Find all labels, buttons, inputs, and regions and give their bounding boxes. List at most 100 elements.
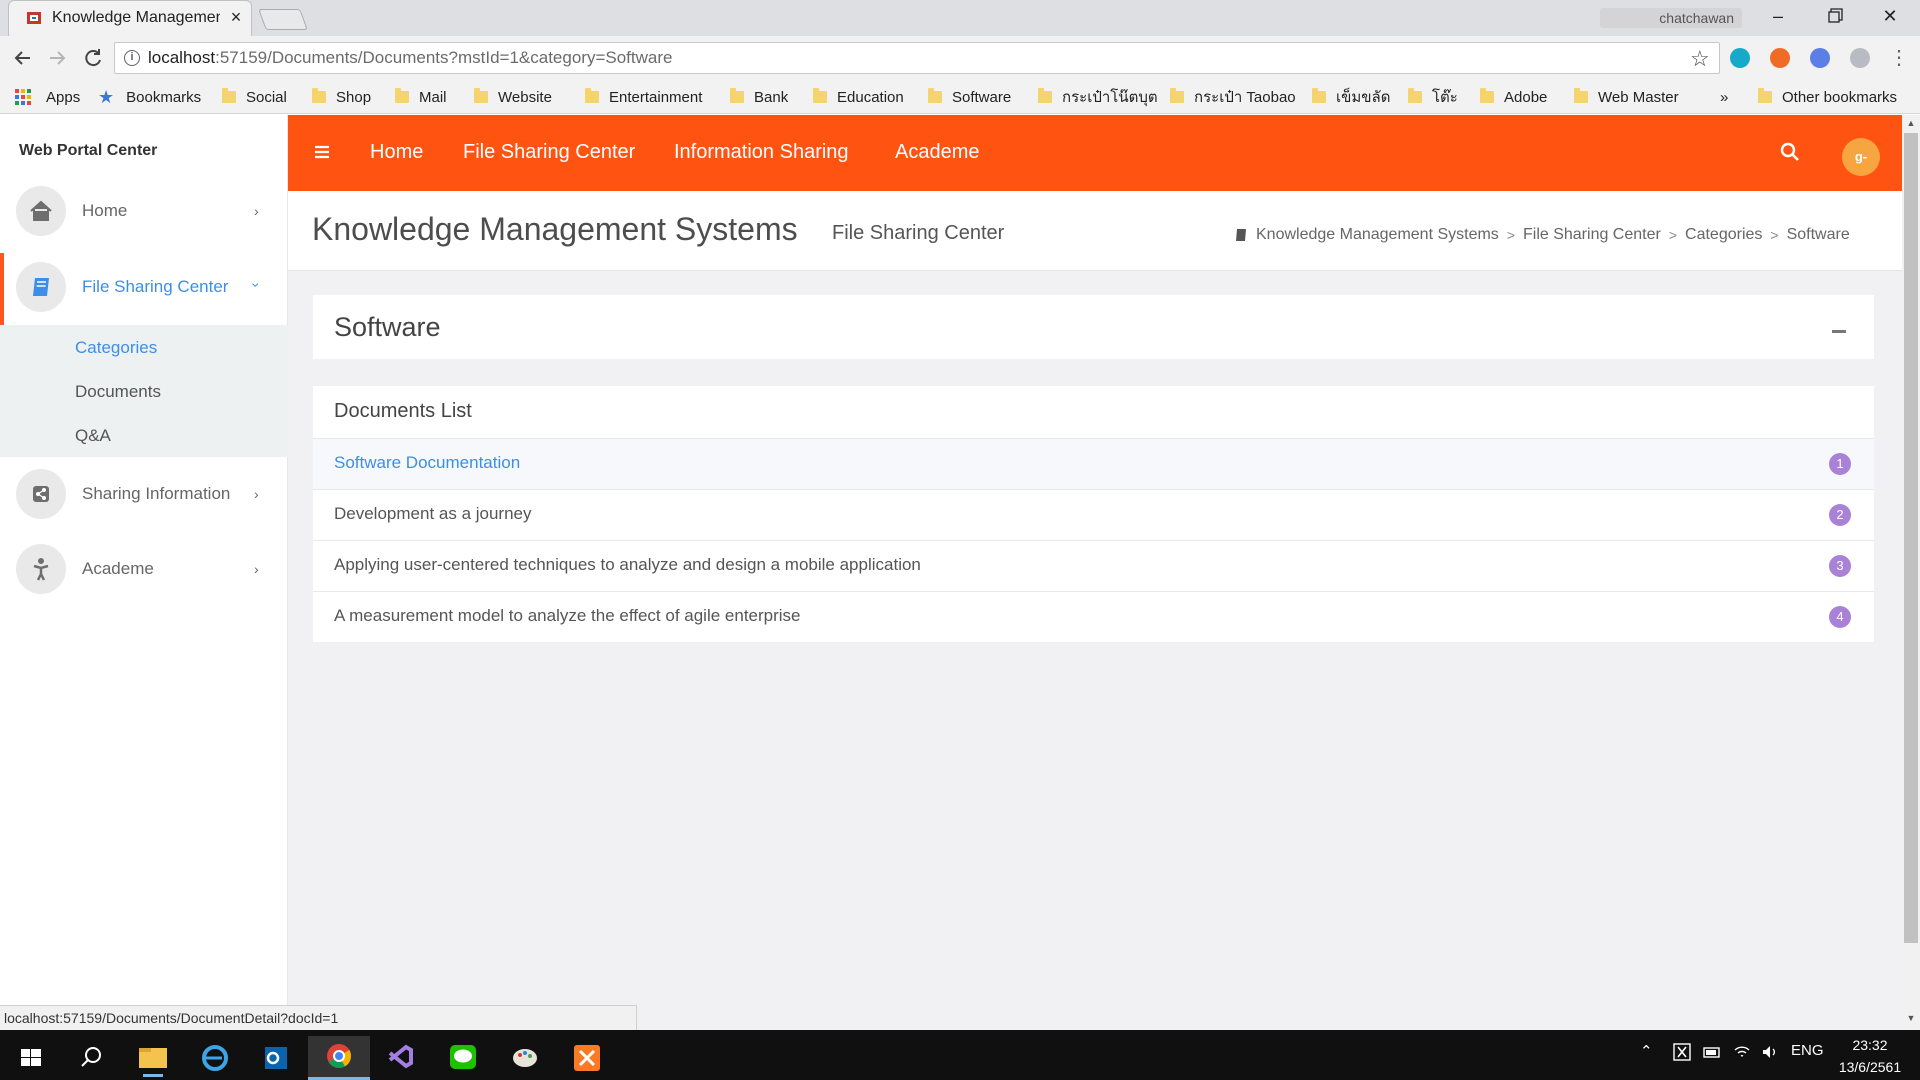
language-indicator[interactable]: ENG — [1791, 1042, 1824, 1059]
page-title: Knowledge Management Systems — [312, 211, 798, 247]
folder-icon — [928, 88, 942, 103]
document-link[interactable]: Software Documentation — [334, 453, 520, 473]
nav-link-academe[interactable]: Academe — [895, 141, 980, 164]
bookmarks-bookmark[interactable]: ★ Bookmarks — [98, 87, 201, 107]
other-bookmarks-folder[interactable]: Other bookmarks — [1758, 87, 1897, 107]
nav-link-file-sharing[interactable]: File Sharing Center — [463, 141, 635, 164]
more-bookmarks-button[interactable]: » — [1720, 87, 1728, 107]
count-badge: 1 — [1829, 453, 1851, 475]
ime-icon[interactable] — [1672, 1042, 1692, 1062]
restore-button[interactable] — [1810, 0, 1858, 32]
outlook-icon[interactable] — [246, 1036, 308, 1080]
page-subtitle: File Sharing Center — [832, 222, 1005, 244]
home-icon — [16, 186, 66, 236]
chrome-menu-icon[interactable]: ⋮ — [1884, 43, 1914, 73]
collapse-minus-icon[interactable] — [1832, 330, 1846, 333]
extension-dropbox-icon[interactable] — [1850, 48, 1870, 68]
site-info-icon[interactable]: i — [124, 50, 140, 66]
chrome-icon[interactable] — [308, 1036, 370, 1080]
bookmark-folder[interactable]: Software — [928, 87, 1011, 107]
clock-date: 13/6/2561 — [1838, 1059, 1902, 1075]
address-url[interactable]: localhost:57159/Documents/Documents?mstI… — [148, 48, 672, 68]
internet-explorer-icon[interactable] — [184, 1036, 246, 1080]
volume-icon[interactable] — [1760, 1042, 1780, 1062]
hamburger-menu-icon[interactable] — [310, 140, 334, 164]
bookmark-folder[interactable]: กระเป๋า Taobao — [1170, 87, 1296, 107]
xampp-icon[interactable] — [556, 1036, 618, 1080]
breadcrumb-item[interactable]: Categories — [1685, 226, 1762, 244]
folder-icon — [222, 88, 236, 103]
breadcrumb-item[interactable]: Knowledge Management Systems — [1256, 226, 1499, 244]
folder-icon — [312, 88, 326, 103]
table-row[interactable] — [313, 489, 1874, 540]
file-explorer-icon[interactable] — [122, 1036, 184, 1080]
chevron-right-icon: › — [254, 561, 259, 577]
sidebar-item-label: Academe — [82, 559, 154, 578]
bookmark-label: กระเป๋าโน๊ตบุต — [1062, 89, 1158, 106]
profile-name[interactable]: chatchawan — [1600, 8, 1742, 28]
battery-icon[interactable] — [1702, 1042, 1722, 1062]
forward-arrow-icon[interactable] — [42, 43, 72, 73]
minimize-button[interactable]: – — [1754, 0, 1802, 32]
scrollbar-thumb[interactable] — [1904, 133, 1918, 943]
show-hidden-icons-icon[interactable]: ⌃ — [1640, 1042, 1653, 1060]
bookmark-folder[interactable]: เข็มขลัด — [1312, 87, 1390, 107]
star-icon: ★ — [98, 86, 115, 107]
scroll-up-arrow-icon[interactable]: ▲ — [1904, 118, 1918, 132]
back-arrow-icon[interactable] — [8, 43, 38, 73]
extension-r-icon[interactable] — [1810, 48, 1830, 68]
avatar[interactable]: g-able — [1842, 138, 1880, 176]
reload-icon[interactable] — [78, 43, 108, 73]
bookmark-label: เข็มขลัด — [1336, 89, 1391, 106]
breadcrumb-item[interactable]: File Sharing Center — [1523, 226, 1661, 244]
document-link[interactable]: Applying user-centered techniques to ana… — [334, 555, 921, 575]
chevron-right-icon: › — [254, 486, 259, 502]
submenu-categories[interactable]: Categories — [75, 338, 157, 358]
extension-orange-icon[interactable] — [1770, 48, 1790, 68]
bookmark-folder[interactable]: Social — [222, 87, 287, 107]
bookmark-folder[interactable]: Mail — [395, 87, 447, 107]
windows-start-icon[interactable] — [0, 1036, 62, 1080]
bookmark-folder[interactable]: Entertainment — [585, 87, 702, 107]
paint-icon[interactable] — [494, 1036, 556, 1080]
extension-gear-icon[interactable] — [1730, 48, 1750, 68]
bookmark-label: กระเป๋า Taobao — [1194, 89, 1296, 106]
document-link[interactable]: Development as a journey — [334, 504, 532, 524]
bookmark-folder[interactable]: Website — [474, 87, 552, 107]
nav-link-home[interactable]: Home — [370, 141, 423, 164]
submenu-qa[interactable]: Q&A — [75, 426, 111, 446]
bookmark-label: Software — [952, 88, 1012, 106]
submenu-documents[interactable]: Documents — [75, 382, 161, 402]
search-icon[interactable] — [60, 1036, 122, 1080]
folder-icon — [1758, 88, 1772, 103]
new-tab-button[interactable] — [258, 9, 308, 30]
wifi-icon[interactable] — [1732, 1042, 1752, 1062]
line-app-icon[interactable] — [432, 1036, 494, 1080]
bookmark-folder[interactable]: Adobe — [1480, 87, 1547, 107]
folder-icon — [1408, 88, 1422, 103]
bookmark-folder[interactable]: Shop — [312, 87, 371, 107]
bookmark-label: Apps — [46, 88, 81, 106]
bookmark-star-icon[interactable]: ☆ — [1690, 46, 1710, 72]
bookmark-folder[interactable]: กระเป๋าโน๊ตบุต — [1038, 87, 1158, 107]
document-link[interactable]: A measurement model to analyze the effec… — [334, 606, 801, 626]
table-row[interactable] — [313, 438, 1874, 489]
folder-icon — [1038, 88, 1052, 103]
bookmark-label: Adobe — [1504, 88, 1548, 106]
folder-icon — [1574, 88, 1588, 103]
search-icon[interactable] — [1778, 140, 1802, 164]
taskbar-clock[interactable]: 23:32 13/6/2561 — [1828, 1034, 1912, 1078]
bookmark-folder[interactable]: Bank — [730, 87, 788, 107]
visual-studio-icon[interactable] — [370, 1036, 432, 1080]
bookmark-folder[interactable]: Web Master — [1574, 87, 1679, 107]
scroll-down-arrow-icon[interactable]: ▼ — [1904, 1013, 1918, 1027]
tab-close-button[interactable]: × — [226, 6, 246, 28]
documents-list-title: Documents List — [334, 400, 472, 422]
bookmark-label: Entertainment — [609, 88, 703, 106]
bookmark-folder[interactable]: Education — [813, 87, 904, 107]
apps-bookmark[interactable]: Apps — [14, 87, 80, 107]
close-window-button[interactable]: ✕ — [1866, 0, 1914, 32]
nav-link-information-sharing[interactable]: Information Sharing — [674, 141, 849, 164]
breadcrumb-separator: > — [1770, 227, 1779, 243]
bookmark-folder[interactable]: โต๊ะ — [1408, 87, 1458, 107]
